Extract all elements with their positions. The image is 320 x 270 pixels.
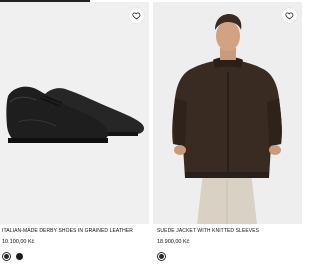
color-swatch[interactable]: [15, 252, 24, 261]
product-card-derby-shoes[interactable]: ITALIAN-MADE DERBY SHOES IN GRAINED LEAT…: [0, 2, 151, 270]
product-grid: ITALIAN-MADE DERBY SHOES IN GRAINED LEAT…: [0, 2, 302, 270]
color-swatches: [157, 252, 304, 261]
product-price: 18.900,00 Kč: [157, 239, 190, 245]
heart-outline-icon: [285, 12, 294, 20]
color-swatch-selected[interactable]: [2, 252, 11, 261]
wishlist-heart-button[interactable]: [282, 8, 297, 23]
product-name[interactable]: ITALIAN-MADE DERBY SHOES IN GRAINED LEAT…: [2, 228, 149, 235]
product-price: 10.100,00 Kč: [2, 239, 35, 245]
swatch-color-dot: [16, 253, 23, 260]
product-image-suede-jacket[interactable]: [153, 2, 302, 224]
color-swatches: [2, 252, 149, 261]
derby-shoes-illustration: [0, 2, 149, 224]
color-swatch-selected[interactable]: [157, 252, 166, 261]
product-name[interactable]: SUEDE JACKET WITH KNITTED SLEEVES: [157, 228, 304, 235]
product-image-derby-shoes[interactable]: [0, 2, 149, 224]
swatch-color-dot: [159, 254, 164, 259]
product-info: ITALIAN-MADE DERBY SHOES IN GRAINED LEAT…: [0, 228, 149, 261]
heart-outline-icon: [132, 12, 141, 20]
wishlist-heart-button[interactable]: [129, 8, 144, 23]
product-card-suede-jacket[interactable]: SUEDE JACKET WITH KNITTED SLEEVES 18.900…: [151, 2, 302, 270]
swatch-color-dot: [4, 254, 9, 259]
suede-jacket-model-illustration: [153, 2, 302, 224]
product-info: SUEDE JACKET WITH KNITTED SLEEVES 18.900…: [155, 228, 304, 261]
